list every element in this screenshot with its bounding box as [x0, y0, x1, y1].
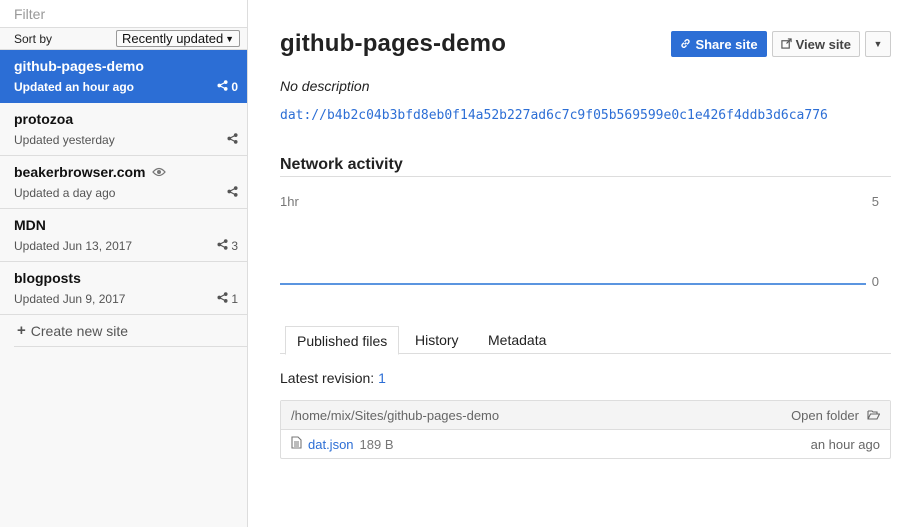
share-site-button[interactable]: Share site [671, 31, 767, 57]
site-item-github-pages-demo[interactable]: github-pages-demo Updated an hour ago 0 [0, 50, 247, 103]
site-item-protozoa[interactable]: protozoa Updated yesterday [0, 103, 247, 156]
files-header: /home/mix/Sites/github-pages-demo Open f… [281, 401, 890, 430]
site-title-row: beakerbrowser.com [14, 164, 239, 180]
link-icon [680, 37, 691, 52]
share-icon [217, 239, 228, 253]
caret-down-icon: ▼ [225, 33, 234, 44]
chart-min-label: 0 [871, 274, 879, 289]
sidebar: Sort by Recently updated ▼ github-pages-… [0, 0, 248, 527]
chart-max-label: 5 [871, 194, 879, 209]
plus-icon: + [17, 322, 26, 339]
site-updated: Updated an hour ago [14, 80, 134, 94]
share-icon [227, 133, 238, 147]
share-icon [217, 80, 228, 94]
peers-count: 1 [217, 292, 238, 306]
sort-bar: Sort by Recently updated ▼ [0, 28, 247, 50]
create-new-site-label: Create new site [30, 322, 129, 339]
more-options-dropdown[interactable]: ▼ [865, 31, 891, 57]
page-title: github-pages-demo [280, 30, 507, 57]
latest-revision: Latest revision: 1 [280, 370, 386, 386]
peers-count: 0 [217, 80, 238, 94]
sort-select[interactable]: Recently updated ▼ [116, 30, 240, 47]
peers-number: 1 [231, 292, 238, 306]
peers-count: 3 [217, 239, 238, 253]
site-item-beakerbrowser[interactable]: beakerbrowser.com Updated a day ago [0, 156, 247, 209]
create-new-site-button[interactable]: + Create new site [14, 315, 247, 347]
eye-icon [151, 164, 166, 180]
file-icon [291, 436, 308, 452]
latest-revision-label: Latest revision: [280, 370, 375, 386]
site-updated: Updated a day ago [14, 186, 116, 200]
dat-url-link[interactable]: dat://b4b2c04b3bfd8eb0f14a52b227ad6c7c9f… [280, 108, 828, 123]
folder-open-icon [867, 408, 881, 423]
file-size: 189 B [359, 436, 394, 452]
file-name-link[interactable]: dat.json [308, 437, 354, 452]
chart-time-label: 1hr [280, 194, 299, 209]
share-icon [227, 186, 238, 200]
peers-count [227, 186, 238, 200]
network-activity-heading: Network activity [280, 156, 891, 177]
site-item-mdn[interactable]: MDN Updated Jun 13, 2017 3 [0, 209, 247, 262]
sort-label: Sort by [14, 31, 53, 46]
tab-metadata[interactable]: Metadata [477, 326, 557, 354]
site-updated: Updated yesterday [14, 133, 115, 147]
site-title: beakerbrowser.com [14, 164, 146, 180]
site-list: github-pages-demo Updated an hour ago 0 … [0, 50, 247, 315]
open-folder-label: Open folder [791, 407, 859, 423]
caret-down-icon: ▼ [873, 39, 883, 49]
network-activity-chart: 1hr 5 0 [280, 190, 891, 290]
sort-select-value: Recently updated [122, 31, 224, 46]
site-updated: Updated Jun 9, 2017 [14, 292, 126, 306]
files-panel: /home/mix/Sites/github-pages-demo Open f… [280, 400, 891, 459]
tab-history[interactable]: History [404, 326, 470, 354]
latest-revision-link[interactable]: 1 [378, 370, 386, 386]
file-tabs: Published files History Metadata [280, 326, 891, 355]
peers-number: 3 [231, 239, 238, 253]
view-site-button[interactable]: View site [771, 31, 860, 57]
file-modified-time: an hour ago [810, 436, 880, 452]
site-title: blogposts [14, 270, 81, 286]
filter-input[interactable] [14, 5, 234, 22]
folder-path: /home/mix/Sites/github-pages-demo [291, 407, 500, 423]
open-folder-button[interactable]: Open folder [791, 407, 881, 423]
share-icon [217, 292, 228, 306]
site-updated: Updated Jun 13, 2017 [14, 239, 133, 253]
site-item-blogposts[interactable]: blogposts Updated Jun 9, 2017 1 [0, 262, 247, 315]
site-description: No description [280, 78, 370, 94]
filter-bar [0, 0, 247, 28]
site-title: github-pages-demo [14, 58, 144, 74]
site-title: protozoa [14, 111, 74, 127]
peers-number: 0 [231, 80, 238, 94]
external-link-icon [780, 37, 792, 52]
tab-published-files[interactable]: Published files [285, 326, 400, 355]
share-site-label: Share site [695, 36, 758, 52]
site-title: MDN [14, 217, 46, 233]
file-row: dat.json 189 B an hour ago [281, 430, 890, 458]
chart-line [280, 283, 866, 285]
view-site-label: View site [795, 36, 851, 52]
site-actions: Share site View site ▼ [671, 31, 891, 57]
peers-count [227, 133, 238, 147]
